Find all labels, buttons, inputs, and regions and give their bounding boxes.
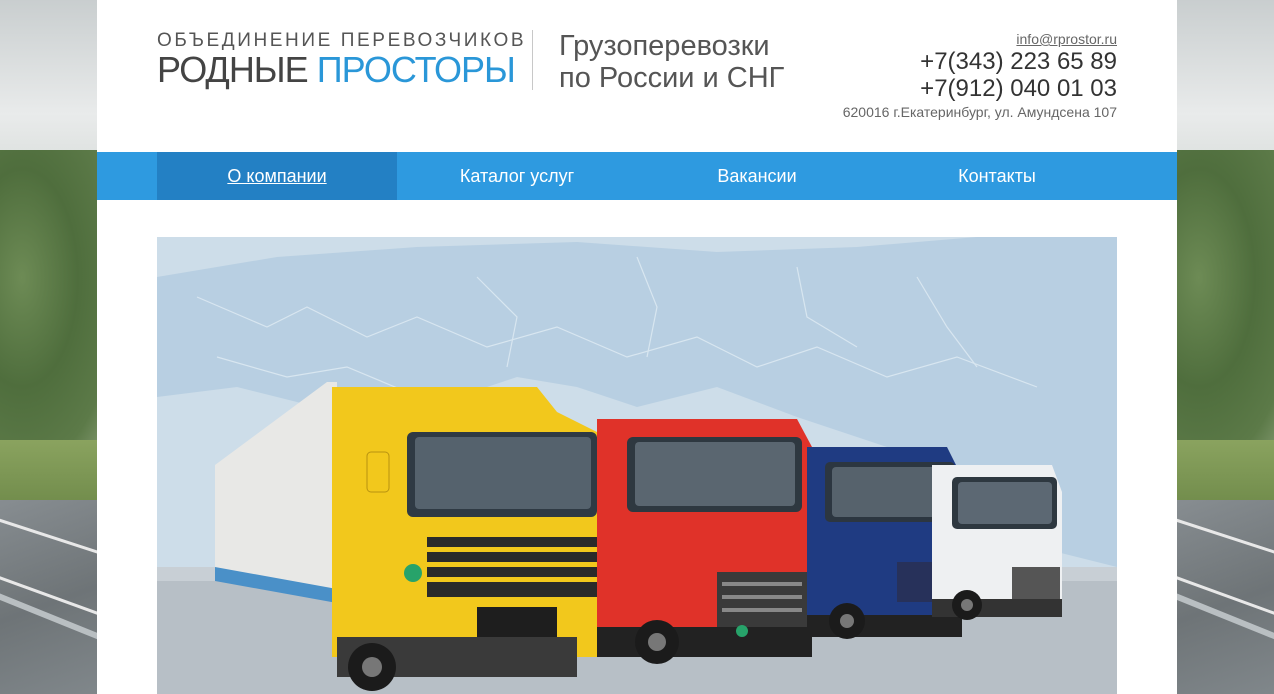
nav-item-contacts[interactable]: Контакты [877,152,1117,200]
address-text: 620016 г.Екатеринбург, ул. Амундсена 107 [842,104,1117,120]
email-link[interactable]: info@rprostor.ru [843,30,1117,48]
hero-banner-image [157,237,1117,694]
nav-item-vacancies[interactable]: Вакансии [637,152,877,200]
logo-title[interactable]: РОДНЫЕ ПРОСТОРЫ [157,49,516,90]
nav-item-services[interactable]: Каталог услуг [397,152,637,200]
tagline-line1: Грузоперевозки [559,30,770,62]
phone-number-1: +7(343) 223 65 89 [920,48,1117,75]
contact-block: info@rprostor.ru +7(343) 223 65 89 +7(91… [843,30,1117,122]
background-scenery-right [1177,0,1274,694]
logo-title-part1: РОДНЫЕ [157,49,309,90]
phone-number-2: +7(912) 040 01 03 [920,75,1117,102]
trucks-on-map-illustration [157,237,1117,694]
tagline-line2: по России и СНГ [559,62,785,94]
logo-title-part2: ПРОСТОРЫ [316,49,516,90]
background-scenery-left [0,0,97,694]
header-divider [532,30,533,90]
nav-item-about[interactable]: О компании [157,152,397,200]
page-container: ОБЪЕДИНЕНИЕ ПЕРЕВОЗЧИКОВ РОДНЫЕ ПРОСТОРЫ… [97,0,1177,694]
tagline: Грузоперевозки по России и СНГ [559,30,784,94]
main-navigation: О компании Каталог услуг Вакансии Контак… [97,152,1177,200]
